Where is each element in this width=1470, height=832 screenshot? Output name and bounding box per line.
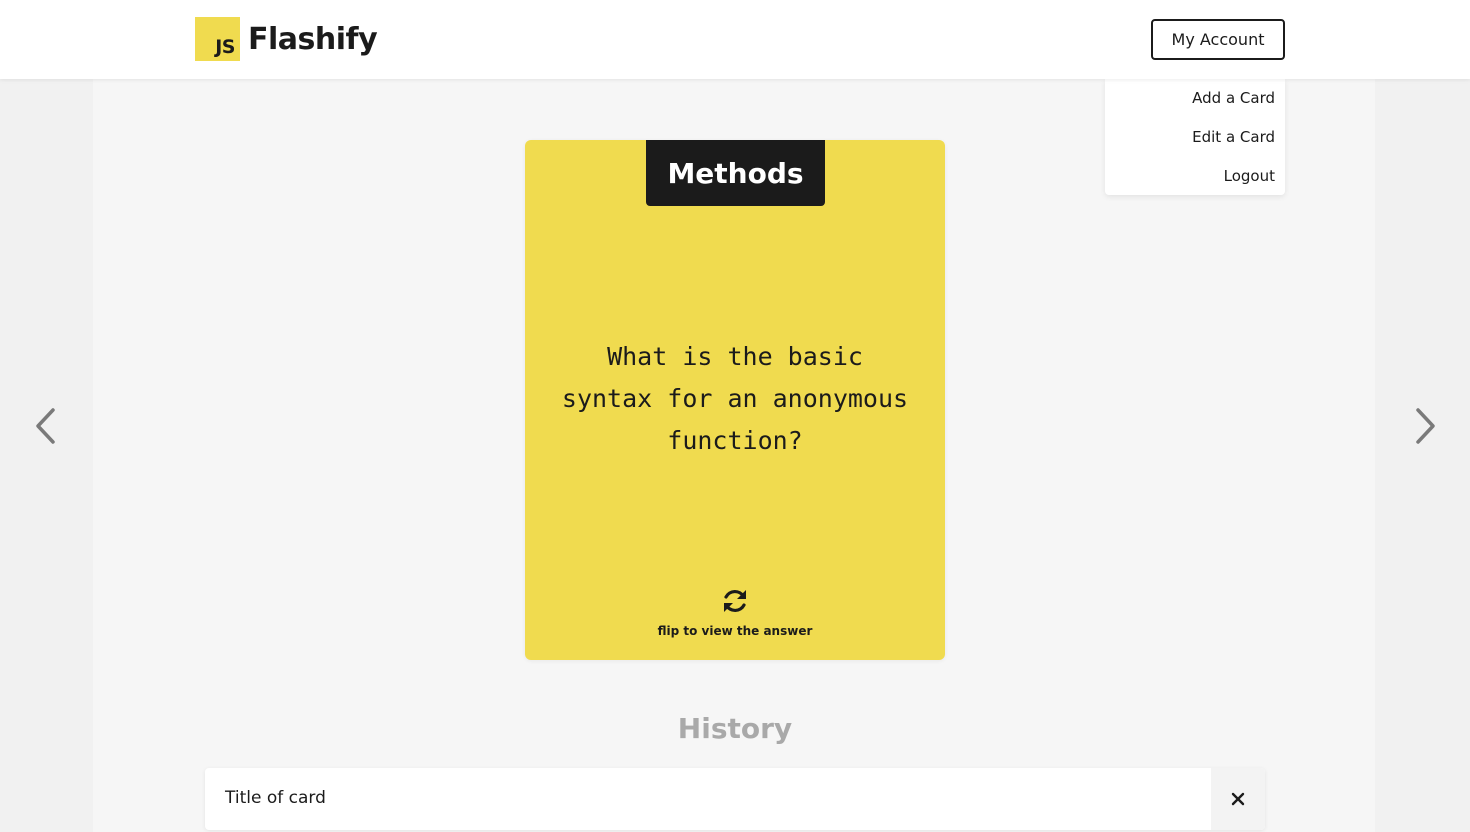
js-logo[interactable]: JS — [195, 17, 240, 61]
my-account-button[interactable]: My Account — [1151, 19, 1285, 60]
chevron-right-icon — [1416, 408, 1435, 444]
flashcard[interactable]: Methods What is the basic syntax for an … — [525, 140, 945, 660]
card-category-label: Methods — [646, 140, 825, 206]
menu-item-add-card[interactable]: Add a Card — [1192, 89, 1275, 107]
account-dropdown-menu: Add a Card Edit a Card Logout — [1105, 79, 1285, 195]
close-icon — [1231, 792, 1245, 806]
history-list-item[interactable]: Title of card — [205, 768, 1265, 830]
top-navbar: JS Flashify My Account — [0, 0, 1470, 79]
history-item-title: Title of card — [225, 788, 326, 808]
brand-name[interactable]: Flashify — [248, 20, 378, 60]
history-heading: History — [677, 712, 793, 745]
menu-item-edit-card[interactable]: Edit a Card — [1192, 128, 1275, 146]
next-card-button[interactable] — [1414, 407, 1438, 445]
flip-hint: flip to view the answer — [657, 624, 813, 638]
previous-card-button[interactable] — [33, 407, 57, 445]
chevron-left-icon — [36, 408, 55, 444]
logo-text: JS — [215, 36, 235, 58]
remove-history-button[interactable] — [1211, 768, 1265, 830]
refresh-icon[interactable] — [721, 587, 749, 615]
menu-item-logout[interactable]: Logout — [1224, 167, 1275, 185]
card-question: What is the basic syntax for an anonymou… — [561, 342, 909, 455]
